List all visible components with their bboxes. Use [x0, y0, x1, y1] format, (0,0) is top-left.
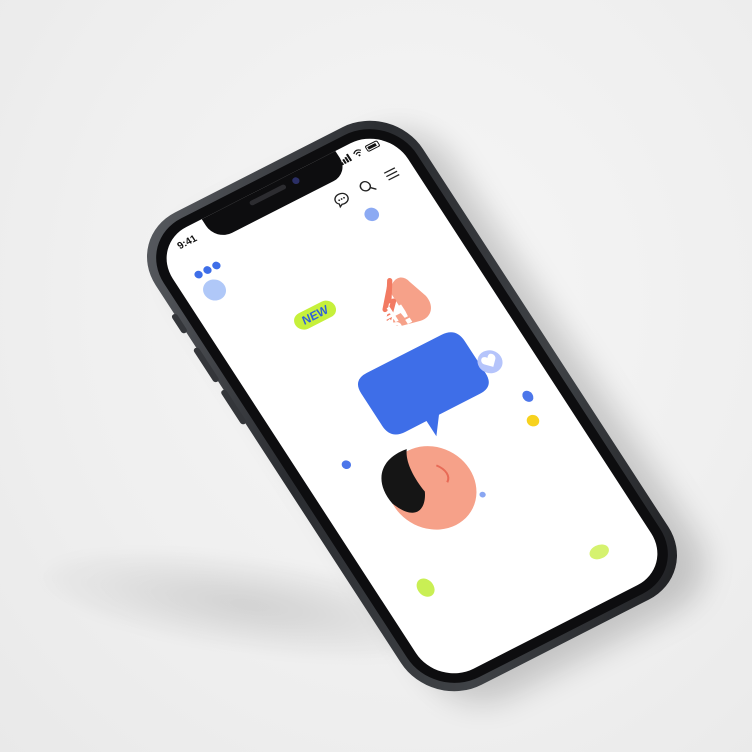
confetti-dot	[586, 541, 612, 563]
app-logo[interactable]	[192, 260, 223, 280]
smiley-icon	[526, 414, 540, 427]
chat-bubble-icon[interactable]	[330, 189, 353, 210]
menu-icon[interactable]	[380, 164, 403, 185]
wifi-icon	[353, 149, 362, 157]
front-camera	[290, 176, 301, 186]
battery-icon	[364, 139, 381, 153]
status-time: 9:41	[175, 233, 200, 252]
character-face	[381, 446, 477, 530]
hero-illustration	[357, 277, 540, 530]
confetti-dot	[412, 575, 439, 600]
logo-dot	[210, 260, 223, 271]
search-icon[interactable]	[355, 176, 378, 197]
confetti-dot	[198, 275, 231, 305]
confetti-dot	[361, 205, 382, 224]
mockup-stage: 9:41 NEW 안녕!	[0, 0, 752, 752]
